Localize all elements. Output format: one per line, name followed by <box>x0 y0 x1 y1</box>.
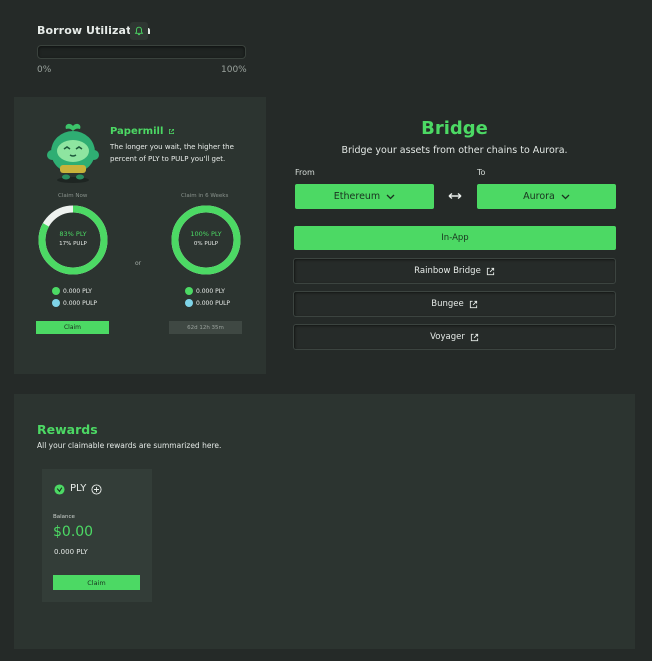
claim-weeks-pulp-percent: 0% PULP <box>193 241 219 247</box>
balance-value: $0.00 <box>53 524 94 540</box>
claim-weeks-pulp-amount: 0.000 PULP <box>185 299 230 307</box>
claim-now-ply-amount-text: 0.000 PLY <box>63 287 92 295</box>
ply-token-icon <box>185 287 193 295</box>
in-app-bridge-button[interactable]: In-App <box>294 226 616 250</box>
from-chain-value: Ethereum <box>333 191 381 202</box>
claim-weeks-ply-percent: 100% PLY <box>190 230 222 238</box>
external-link-icon <box>469 300 477 308</box>
add-token-icon[interactable] <box>91 484 102 495</box>
bell-icon <box>134 26 144 36</box>
borrow-utilization-bar <box>37 45 246 59</box>
claim-now-pulp-amount: 0.000 PULP <box>52 299 97 307</box>
utilization-min-label: 0% <box>37 65 52 75</box>
bridge-title: Bridge <box>421 118 488 139</box>
external-link-icon <box>168 128 174 134</box>
pulp-token-icon <box>52 299 60 307</box>
claim-now-ply-amount: 0.000 PLY <box>52 287 92 295</box>
claim-weeks-ring: 100% PLY 0% PULP <box>170 204 242 276</box>
to-chain-value: Aurora <box>523 191 555 202</box>
rewards-subtitle: All your claimable rewards are summarize… <box>37 441 222 450</box>
ply-token-icon <box>52 287 60 295</box>
utilization-max-label: 100% <box>221 65 247 75</box>
bungee-button[interactable]: Bungee <box>293 291 616 317</box>
to-label: To <box>477 168 486 177</box>
claim-now-pulp-amount-text: 0.000 PULP <box>63 299 98 307</box>
papermill-title-link[interactable]: Papermill <box>110 126 175 137</box>
bungee-label: Bungee <box>431 299 464 309</box>
reward-claim-button[interactable]: Claim <box>53 575 140 590</box>
to-chain-select[interactable]: Aurora <box>477 184 616 209</box>
claim-weeks-donut <box>171 205 241 275</box>
notification-bell-button[interactable] <box>130 22 148 40</box>
papermill-description: The longer you wait, the higher the perc… <box>110 143 234 163</box>
rewards-title: Rewards <box>37 422 98 437</box>
ply-token-icon <box>54 484 65 495</box>
claim-weeks-ply-amount: 0.000 PLY <box>185 287 225 295</box>
chevron-down-icon <box>386 194 395 199</box>
external-link-icon <box>486 267 494 275</box>
bridge-subtitle: Bridge your assets from other chains to … <box>341 145 568 156</box>
claim-now-ring: 83% PLY 17% PULP <box>37 204 109 276</box>
claim-countdown-button[interactable]: 62d 12h 35m <box>169 321 242 334</box>
chevron-down-icon <box>561 194 570 199</box>
external-link-icon <box>470 333 478 341</box>
voyager-button[interactable]: Voyager <box>293 324 616 350</box>
voyager-label: Voyager <box>430 332 465 342</box>
claim-weeks-pulp-amount-text: 0.000 PULP <box>196 299 231 307</box>
claim-now-button[interactable]: Claim <box>36 321 109 334</box>
rainbow-bridge-button[interactable]: Rainbow Bridge <box>293 258 616 284</box>
or-label: or <box>135 260 142 267</box>
claim-now-donut <box>38 205 108 275</box>
claim-now-ply-percent: 83% PLY <box>59 230 87 238</box>
pulp-token-icon <box>185 299 193 307</box>
reward-token-label: PLY <box>70 483 87 494</box>
papermill-title: Papermill <box>110 126 164 137</box>
papermill-mascot-icon <box>47 123 99 183</box>
balance-amount: 0.000 PLY <box>54 548 88 556</box>
from-label: From <box>295 168 315 177</box>
balance-label: Balance <box>53 514 75 520</box>
claim-weeks-ply-amount-text: 0.000 PLY <box>196 287 225 295</box>
claim-now-pulp-percent: 17% PULP <box>59 241 87 247</box>
from-chain-select[interactable]: Ethereum <box>295 184 434 209</box>
swap-arrows-icon[interactable] <box>447 190 463 202</box>
claim-now-label: Claim Now <box>58 193 88 199</box>
rainbow-bridge-label: Rainbow Bridge <box>414 266 481 276</box>
claim-weeks-label: Claim in 6 Weeks <box>181 193 229 199</box>
